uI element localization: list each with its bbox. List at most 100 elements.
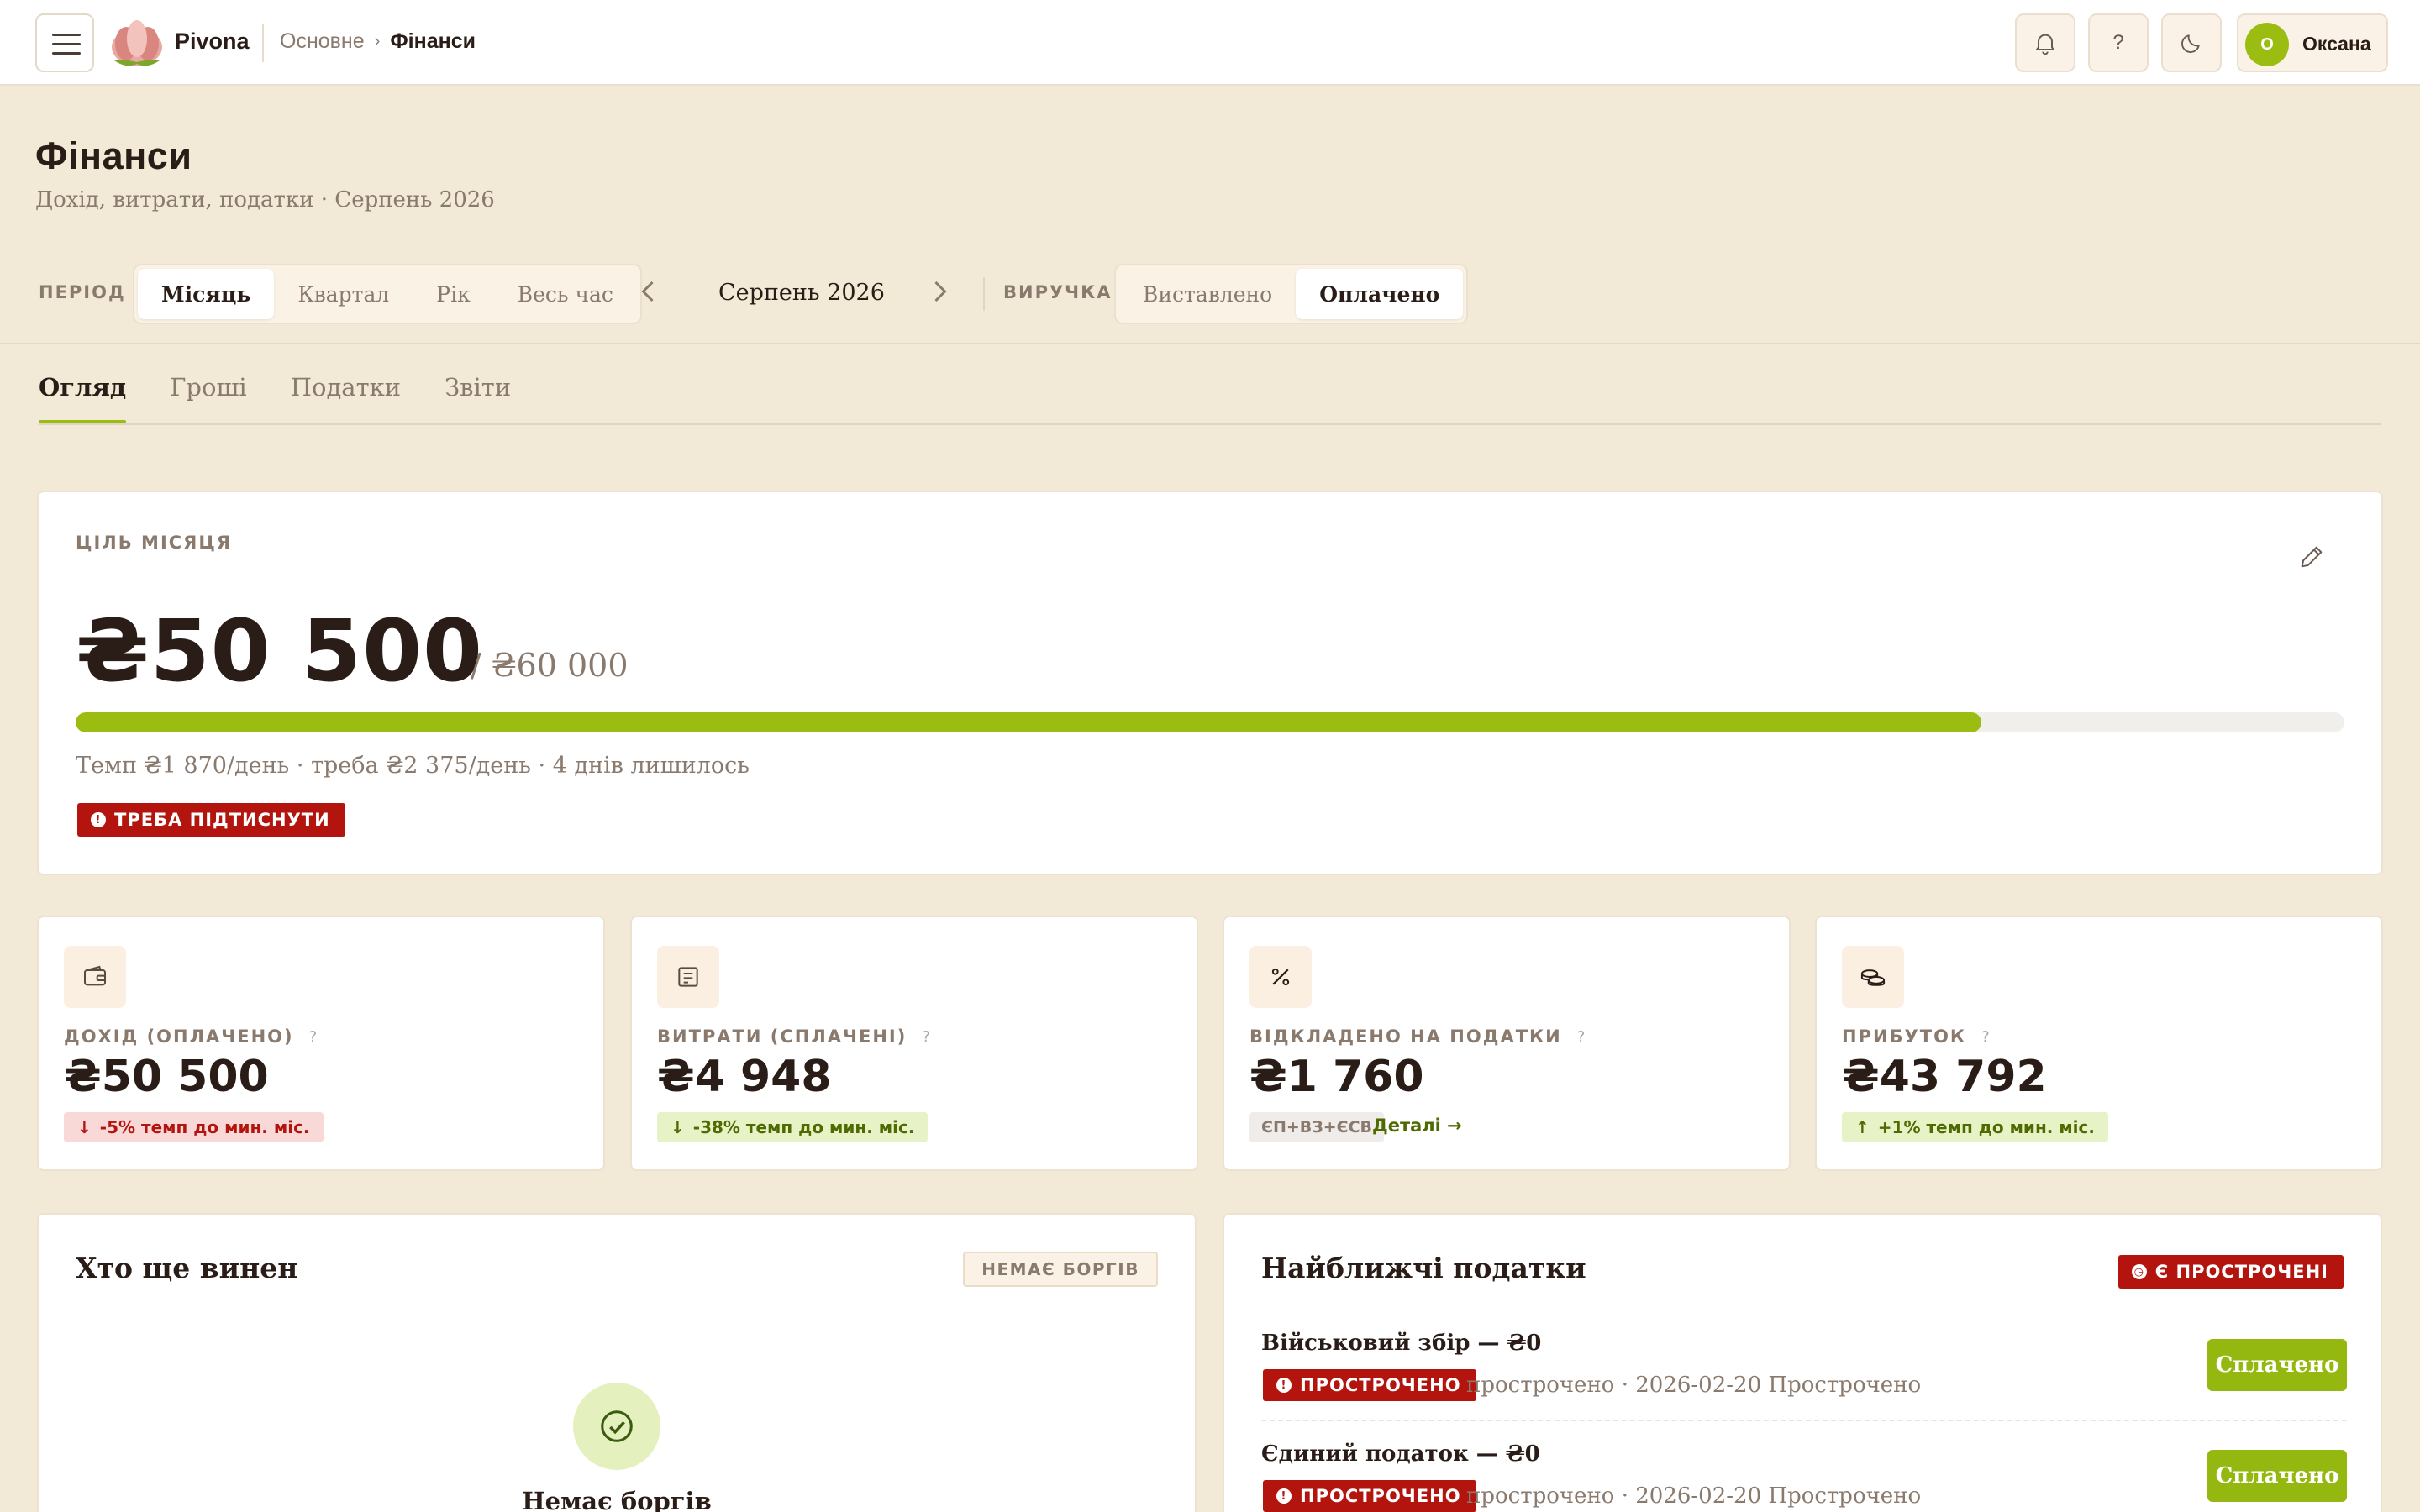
stat-value: ₴1 760 [1249,1052,1424,1102]
previous-period-button[interactable] [639,279,657,311]
period-option-all-time[interactable]: Весь час [494,269,637,319]
stat-value: ₴50 500 [64,1052,269,1102]
period-option-quarter[interactable]: Квартал [274,269,413,319]
divider [39,423,2381,425]
stat-trend-chip: ↓ -5% темп до мин. міс. [64,1112,324,1142]
question-icon: ? [2112,31,2124,54]
revenue-segmented-control: Виставлено Оплачено [1114,264,1469,324]
stat-trend-text: +1% темп до мин. міс. [1877,1117,2095,1137]
stat-value: ₴43 792 [1842,1052,2047,1102]
empty-state-title: Немає боргів [522,1487,712,1512]
tax-name: Єдиний податок — ₴0 [1261,1441,1540,1467]
menu-icon-line [52,52,81,55]
help-icon[interactable]: ? [1577,1028,1586,1046]
stat-card-profit: ПРИБУТОК ? ₴43 792 ↑ +1% темп до мин. мі… [1815,916,2383,1171]
help-icon[interactable]: ? [922,1028,930,1046]
bell-icon [2036,34,2054,55]
arrow-down-icon: ↓ [77,1117,92,1137]
tab-money[interactable]: Гроші [170,373,246,423]
alert-icon: ! [1276,1378,1292,1393]
help-icon[interactable]: ? [1981,1028,1990,1046]
tab-reports[interactable]: Звіти [445,373,511,423]
period-segmented-control: Місяць Квартал Рік Весь час [133,264,642,324]
tab-taxes[interactable]: Податки [291,373,401,423]
stat-caption: ДОХІД (ОПЛАЧЕНО) ? [64,1026,317,1047]
divider [0,343,2420,344]
tab-overview[interactable]: Огляд [39,373,127,423]
tax-components-chip: ЄП+ВЗ+ЄСВ [1249,1112,1385,1142]
overdue-status-text: ПРОСТРОЧЕНО [1300,1486,1461,1506]
arrow-down-icon: ↓ [671,1117,685,1137]
monthly-goal-card: ЦІЛЬ МІСЯЦЯ ₴50 500 / ₴60 000 Темп ₴1 87… [37,491,2383,875]
divider [983,277,985,311]
breadcrumb-parent[interactable]: Основне [280,29,365,54]
tax-row: Військовий збір — ₴0 ! ПРОСТРОЧЕНО прост… [1261,1331,2347,1430]
user-menu-button[interactable]: О Оксана [2237,13,2388,72]
tax-due-info: прострочено · 2026-02-20 Прострочено [1466,1483,1922,1509]
percent-icon [1249,946,1312,1008]
has-overdue-text: Є ПРОСТРОЧЕНІ [2154,1262,2328,1282]
notifications-button[interactable] [2015,13,2075,72]
help-button[interactable]: ? [2088,13,2149,72]
revenue-label: ВИРУЧКА [1003,282,1113,302]
stat-trend-text: -5% темп до мин. міс. [99,1117,310,1137]
mark-paid-button[interactable]: Сплачено [2207,1339,2347,1391]
goal-progress-bar [76,712,2344,732]
stat-value: ₴4 948 [657,1052,832,1102]
pencil-icon[interactable] [2297,543,2326,571]
check-circle-icon [573,1383,660,1470]
alert-icon: ! [91,812,106,827]
wallet-icon [64,946,126,1008]
stat-caption: ПРИБУТОК ? [1842,1026,1990,1047]
receipt-icon [657,946,719,1008]
goal-value: ₴50 500 [76,601,484,701]
menu-icon [52,34,81,36]
breadcrumb-separator: › [374,32,381,50]
goal-progress-fill [76,712,1981,732]
stat-caption-text: ВІДКЛАДЕНО НА ПОДАТКИ [1249,1026,1562,1047]
divider [262,24,264,62]
tax-row: Єдиний податок — ₴0 ! ПРОСТРОЧЕНО простр… [1261,1441,2347,1512]
stat-caption: ВІДКЛАДЕНО НА ПОДАТКИ ? [1249,1026,1585,1047]
period-label: ПЕРІОД [39,282,126,302]
theme-toggle-button[interactable] [2161,13,2222,72]
stat-caption-text: ДОХІД (ОПЛАЧЕНО) [64,1026,294,1047]
stat-trend-chip: ↑ +1% темп до мин. міс. [1842,1112,2108,1142]
revenue-option-invoiced[interactable]: Виставлено [1119,269,1296,319]
clock-icon: ◷ [2131,1264,2147,1279]
chevron-right-icon [934,281,947,302]
details-link[interactable]: Деталі → [1372,1116,1462,1136]
stat-caption-text: ВИТРАТИ (СПЛАЧЕНІ) [657,1026,908,1047]
stat-card-tax-reserve: ВІДКЛАДЕНО НА ПОДАТКИ ? ₴1 760 ЄП+ВЗ+ЄСВ… [1223,916,1791,1171]
goal-pace-text: Темп ₴1 870/день · треба ₴2 375/день · 4… [76,753,750,779]
stat-trend-text: -38% темп до мин. міс. [692,1117,915,1137]
mark-paid-button[interactable]: Сплачено [2207,1450,2347,1502]
period-option-year[interactable]: Рік [413,269,493,319]
stat-trend-chip: ↓ -38% темп до мин. міс. [657,1112,929,1142]
breadcrumb: Основне › Фінанси [280,29,476,54]
menu-button[interactable] [35,13,94,72]
goal-caption: ЦІЛЬ МІСЯЦЯ [76,533,233,553]
avatar: О [2245,23,2289,66]
page-title: Фінанси [35,134,192,177]
moon-icon [2181,34,2200,53]
stat-caption-text: ПРИБУТОК [1842,1026,1967,1047]
goal-alert-text: ТРЕБА ПІДТИСНУТИ [114,810,330,830]
stat-card-income: ДОХІД (ОПЛАЧЕНО) ? ₴50 500 ↓ -5% темп до… [37,916,605,1171]
brand-name[interactable]: Pivona [175,29,250,55]
stat-caption: ВИТРАТИ (СПЛАЧЕНІ) ? [657,1026,930,1047]
coins-icon [1842,946,1904,1008]
debtors-title: Хто ще винен [76,1252,298,1284]
overdue-status-badge: ! ПРОСТРОЧЕНО [1263,1369,1476,1401]
alert-icon: ! [1276,1488,1292,1504]
period-option-month[interactable]: Місяць [138,269,275,319]
next-period-button[interactable] [931,279,950,311]
revenue-option-paid[interactable]: Оплачено [1296,269,1464,319]
peony-logo-icon[interactable] [109,17,165,69]
chevron-left-icon [641,281,654,302]
help-icon[interactable]: ? [309,1028,318,1046]
current-period: Серпень 2026 [718,280,885,306]
goal-alert-badge: ! ТРЕБА ПІДТИСНУТИ [77,803,345,837]
user-name: Оксана [2302,33,2371,55]
stat-card-expenses: ВИТРАТИ (СПЛАЧЕНІ) ? ₴4 948 ↓ -38% темп … [630,916,1198,1171]
